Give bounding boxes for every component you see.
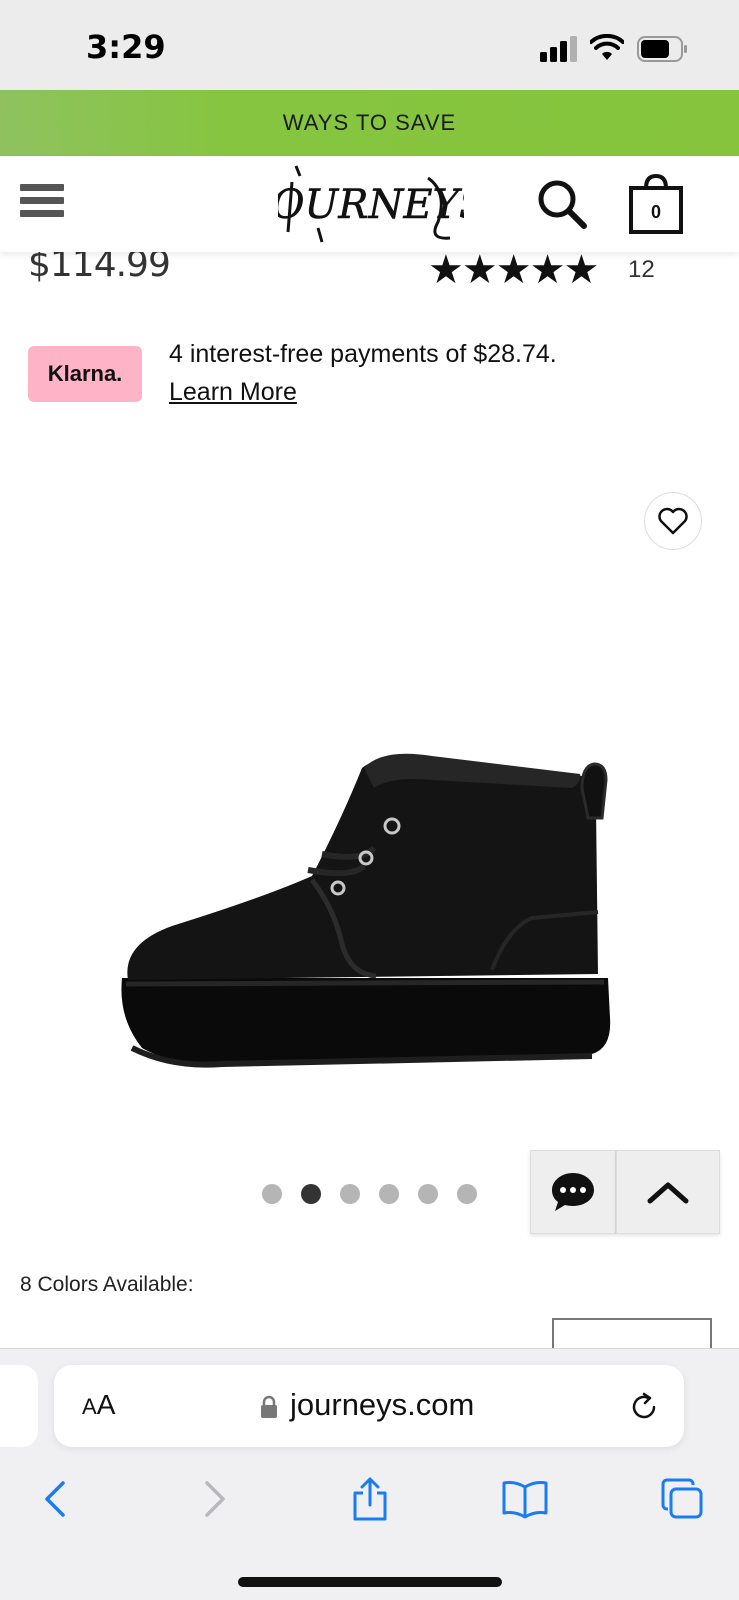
- site-header: JOURNEYS 0: [0, 156, 739, 252]
- chat-button[interactable]: [530, 1150, 616, 1234]
- status-bar: 3:29: [0, 0, 739, 90]
- bookmarks-button[interactable]: [495, 1469, 555, 1529]
- cellular-signal-icon: [540, 36, 577, 62]
- heart-icon: [658, 507, 688, 535]
- share-button[interactable]: [340, 1469, 400, 1529]
- book-icon: [502, 1481, 548, 1519]
- home-indicator[interactable]: [238, 1577, 502, 1587]
- journeys-logo[interactable]: JOURNEYS: [278, 162, 464, 246]
- text-size-button[interactable]: AA: [82, 1389, 115, 1421]
- status-time: 3:29: [86, 28, 166, 66]
- address-bar[interactable]: AA journeys.com: [54, 1365, 684, 1447]
- lock-icon: [261, 1395, 277, 1418]
- carousel-dots: [262, 1184, 477, 1204]
- chevron-left-icon: [45, 1481, 65, 1517]
- tabs-button[interactable]: [652, 1469, 712, 1529]
- reload-icon[interactable]: [628, 1391, 660, 1423]
- carousel-dot[interactable]: [340, 1184, 360, 1204]
- chevron-up-icon: [647, 1182, 689, 1204]
- colors-available-label: 8 Colors Available:: [20, 1273, 194, 1296]
- previous-tab-preview[interactable]: [0, 1365, 38, 1447]
- scroll-to-top-button[interactable]: [616, 1150, 720, 1234]
- safari-bottom-bar: AA journeys.com: [0, 1348, 739, 1600]
- tabs-icon: [661, 1478, 703, 1519]
- url-text: journeys.com: [290, 1387, 475, 1422]
- cart-count: 0: [650, 202, 661, 222]
- promo-text: WAYS TO SAVE: [282, 110, 457, 135]
- hamburger-menu-icon[interactable]: [20, 184, 64, 222]
- carousel-dot-active[interactable]: [301, 1184, 321, 1204]
- carousel-dot[interactable]: [418, 1184, 438, 1204]
- klarna-learn-more-link[interactable]: Learn More: [169, 378, 297, 407]
- battery-icon: [637, 36, 687, 62]
- chat-bubble-icon: [552, 1173, 594, 1211]
- share-icon: [353, 1477, 387, 1521]
- wishlist-button[interactable]: [644, 492, 702, 550]
- chevron-right-icon: [205, 1481, 225, 1517]
- search-icon[interactable]: [536, 178, 588, 230]
- forward-button[interactable]: [184, 1469, 244, 1529]
- product-image[interactable]: [112, 748, 632, 1088]
- klarna-payment-text: 4 interest-free payments of $28.74.: [169, 340, 557, 368]
- back-button[interactable]: [26, 1469, 86, 1529]
- svg-text:JOURNEYS: JOURNEYS: [278, 182, 464, 228]
- shopping-bag-icon[interactable]: 0: [628, 172, 684, 234]
- wifi-icon: [590, 34, 624, 60]
- carousel-dot[interactable]: [262, 1184, 282, 1204]
- rating-stars-icon[interactable]: ★★★★★: [428, 248, 599, 292]
- review-count[interactable]: 12: [628, 256, 655, 284]
- carousel-dot[interactable]: [457, 1184, 477, 1204]
- klarna-badge: Klarna.: [28, 346, 142, 402]
- safari-toolbar: [0, 1469, 739, 1539]
- promo-banner[interactable]: WAYS TO SAVE: [0, 90, 739, 156]
- carousel-dot[interactable]: [379, 1184, 399, 1204]
